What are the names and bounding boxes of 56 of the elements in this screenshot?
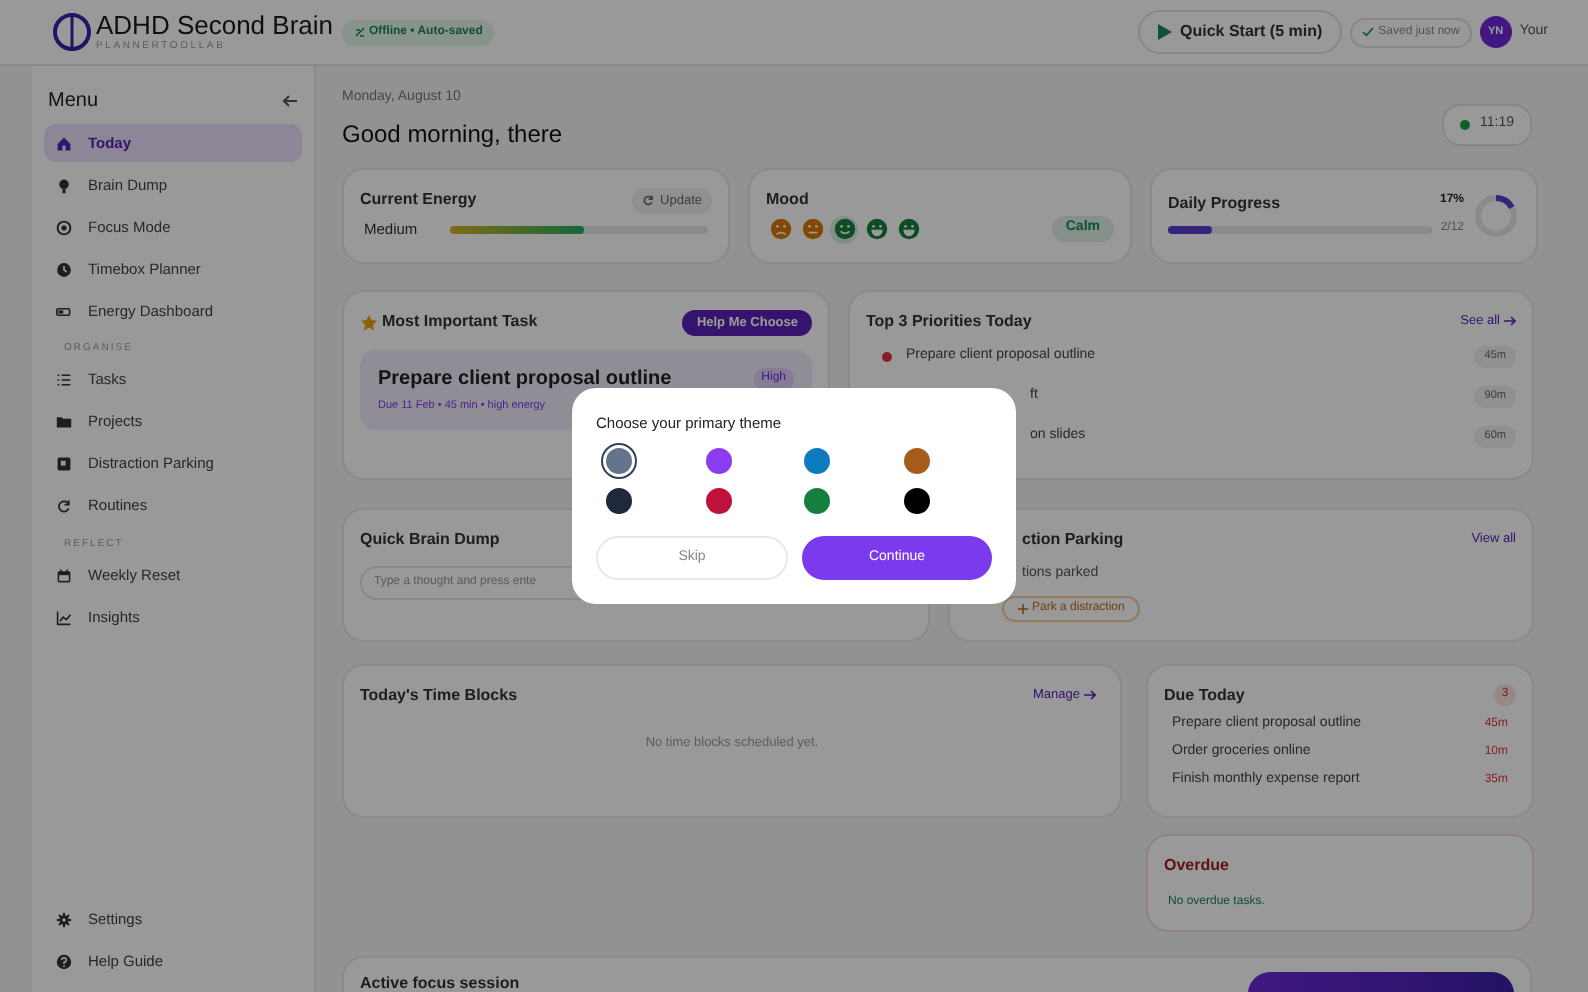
play-icon xyxy=(1158,24,1173,40)
note-icon xyxy=(56,456,72,472)
theme-swatch[interactable] xyxy=(903,448,929,475)
chart-icon xyxy=(56,609,72,625)
theme-swatch[interactable] xyxy=(705,488,731,515)
card-title: ction Parking xyxy=(1022,527,1124,551)
mood-option[interactable] xyxy=(798,215,826,243)
logo-icon xyxy=(52,12,92,52)
quick-start-button[interactable]: Quick Start (5 min) xyxy=(1138,10,1343,54)
refresh-icon xyxy=(56,498,72,514)
plus-icon xyxy=(1018,604,1028,614)
card-title: Due Today xyxy=(1164,683,1245,707)
check-icon xyxy=(1362,26,1375,38)
card-title: Top 3 Priorities Today xyxy=(866,309,1032,333)
card-title: Current Energy xyxy=(360,188,477,213)
clock-icon xyxy=(56,261,72,277)
calendar-icon xyxy=(56,567,72,583)
card-title: Today's Time Blocks xyxy=(360,683,518,707)
arrow-icon xyxy=(1504,316,1516,326)
folder-icon xyxy=(56,414,72,430)
theme-swatch[interactable] xyxy=(606,488,632,515)
face-icon xyxy=(897,218,919,240)
card-title: Quick Brain Dump xyxy=(360,527,502,551)
theme-swatch[interactable] xyxy=(705,448,731,475)
battery-icon xyxy=(56,303,72,319)
face-icon xyxy=(865,218,887,240)
list-icon xyxy=(56,372,72,388)
card-title: Overdue xyxy=(1164,853,1231,877)
face-icon xyxy=(833,218,855,240)
card-title: Most Important Task xyxy=(382,310,538,335)
mood-option[interactable] xyxy=(830,215,858,243)
help-icon xyxy=(56,953,72,969)
theme-swatch[interactable] xyxy=(606,448,632,475)
theme-swatch[interactable] xyxy=(804,488,830,515)
mood-option[interactable] xyxy=(766,215,794,243)
face-icon xyxy=(801,218,823,240)
greeting-heading: Good morning, there xyxy=(342,117,563,151)
app-title: ADHD Second Brain xyxy=(96,12,333,38)
card-title: Daily Progress xyxy=(1168,192,1281,216)
theme-swatch[interactable] xyxy=(804,448,830,475)
refresh-icon xyxy=(642,194,655,207)
star-icon xyxy=(360,313,378,332)
task-name: Prepare client proposal outline xyxy=(378,366,672,395)
settings-icon xyxy=(56,911,72,927)
mood-option[interactable] xyxy=(862,215,890,243)
bulb-icon xyxy=(56,177,72,193)
face-icon xyxy=(769,218,791,240)
mood-option[interactable] xyxy=(894,215,922,243)
card-title: Mood xyxy=(766,187,811,211)
collapse-arrow-icon[interactable] xyxy=(282,94,298,108)
card-title: Active focus session xyxy=(360,971,520,992)
menu-title: Menu xyxy=(48,88,99,116)
theme-swatch[interactable] xyxy=(903,488,929,515)
arrow-icon xyxy=(1084,690,1096,700)
home-icon xyxy=(56,135,72,151)
target-icon xyxy=(56,219,72,235)
